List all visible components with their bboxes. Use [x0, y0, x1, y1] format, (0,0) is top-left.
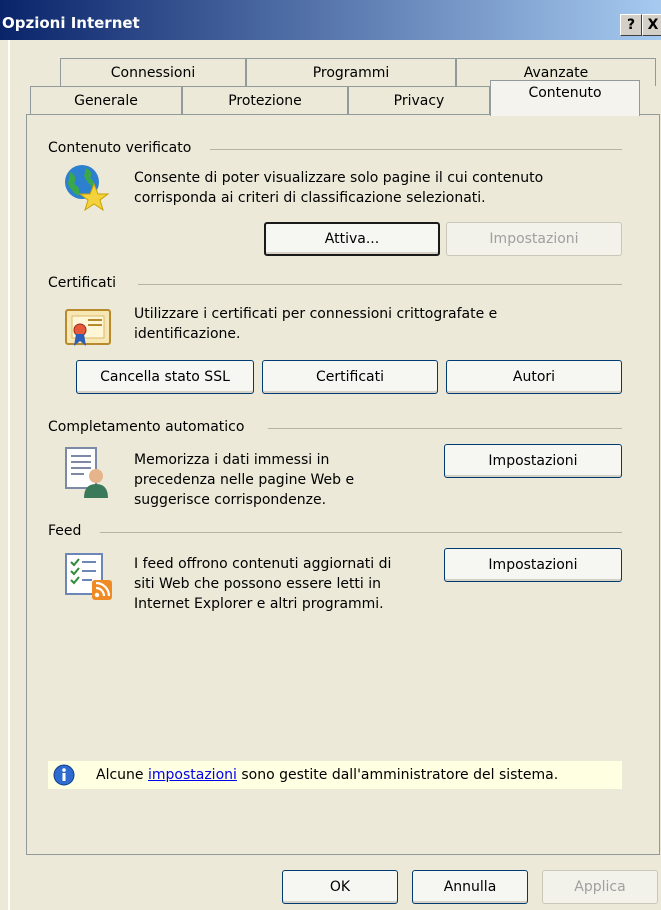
tab-label: Avanzate: [523, 64, 589, 81]
description-line: suggerisce corrispondenze.: [134, 492, 327, 508]
section-title-feeds: Feed: [48, 523, 88, 539]
button-label: Applica: [574, 879, 626, 895]
ok-button[interactable]: OK: [282, 870, 398, 904]
certificates-button[interactable]: Certificati: [262, 360, 438, 394]
publishers-button[interactable]: Autori: [446, 360, 622, 394]
description-line: precedenza nelle pagine Web e: [134, 472, 355, 488]
description-line: I feed offrono contenuti aggiornati di: [134, 556, 392, 572]
autocomplete-settings-button[interactable]: Impostazioni: [444, 444, 622, 478]
description-line: siti Web che possono essere letti in: [134, 576, 382, 592]
tab-label: Contenuto: [528, 85, 602, 101]
title-bar: Opzioni Internet ? X: [0, 0, 661, 40]
tab-protezione[interactable]: Protezione: [182, 86, 348, 114]
window-title: Opzioni Internet: [2, 14, 140, 32]
clear-ssl-state-button[interactable]: Cancella stato SSL: [76, 360, 254, 394]
help-button[interactable]: ?: [620, 14, 642, 36]
apply-button: Applica: [542, 870, 658, 904]
tab-label: Generale: [74, 92, 138, 109]
content-advisor-settings-button: Impostazioni: [446, 222, 622, 256]
section-title-autocomplete: Completamento automatico: [48, 419, 251, 435]
feeds-description: I feed offrono contenuti aggiornati di s…: [134, 554, 391, 614]
tab-label: Protezione: [228, 92, 302, 109]
button-label: Autori: [512, 369, 556, 385]
certificates-description: Utilizzare i certificati per connessioni…: [134, 304, 497, 344]
info-icon: [52, 763, 76, 787]
description-line: Utilizzare i certificati per connessioni…: [134, 306, 498, 322]
description-line: Consente di poter visualizzare solo pagi…: [134, 170, 544, 186]
info-text-suffix: sono gestite dall'amministratore del sis…: [236, 767, 559, 783]
user-form-icon: [62, 446, 114, 500]
description-line: Internet Explorer e altri programmi.: [134, 596, 384, 612]
section-title-certificates: Certificati: [48, 275, 122, 291]
feeds-settings-button[interactable]: Impostazioni: [444, 548, 622, 582]
button-label: Impostazioni: [489, 231, 579, 247]
rss-feed-icon: [62, 550, 116, 604]
group-divider: [138, 284, 622, 285]
tab-connessioni[interactable]: Connessioni: [60, 58, 246, 86]
description-line: identificazione.: [134, 326, 241, 342]
info-text: Alcune impostazioni sono gestite dall'am…: [96, 767, 558, 783]
close-button[interactable]: X: [642, 14, 661, 36]
group-divider: [210, 149, 622, 150]
tab-programmi[interactable]: Programmi: [246, 58, 456, 86]
description-line: Memorizza i dati immessi in: [134, 452, 330, 468]
button-label: Cancella stato SSL: [100, 369, 230, 385]
info-text-prefix: Alcune: [96, 767, 148, 783]
tab-contenuto[interactable]: Contenuto: [490, 80, 640, 116]
certificate-icon: [64, 306, 112, 348]
group-divider: [100, 532, 622, 533]
section-title-content-advisor: Contenuto verificato: [48, 140, 198, 156]
description-line: corrisponda ai criteri di classificazion…: [134, 190, 486, 206]
button-label: Impostazioni: [488, 557, 578, 573]
button-label: Annulla: [443, 879, 497, 895]
settings-link[interactable]: impostazioni: [148, 767, 237, 783]
group-divider: [268, 428, 622, 429]
tab-label: Connessioni: [110, 64, 196, 81]
tab-label: Privacy: [393, 92, 445, 109]
button-label: OK: [329, 879, 351, 895]
tab-generale[interactable]: Generale: [30, 86, 182, 114]
button-label: Certificati: [316, 369, 384, 385]
tab-privacy[interactable]: Privacy: [348, 86, 490, 114]
globe-star-icon: [60, 162, 110, 212]
admin-info-bar: Alcune impostazioni sono gestite dall'am…: [48, 761, 622, 789]
tab-label: Programmi: [312, 64, 390, 81]
button-label: Attiva...: [324, 231, 380, 247]
window-border: [8, 40, 10, 910]
cancel-button[interactable]: Annulla: [412, 870, 528, 904]
autocomplete-description: Memorizza i dati immessi in precedenza n…: [134, 450, 354, 510]
enable-content-advisor-button[interactable]: Attiva...: [264, 222, 440, 256]
button-label: Impostazioni: [488, 453, 578, 469]
content-advisor-description: Consente di poter visualizzare solo pagi…: [134, 168, 543, 208]
